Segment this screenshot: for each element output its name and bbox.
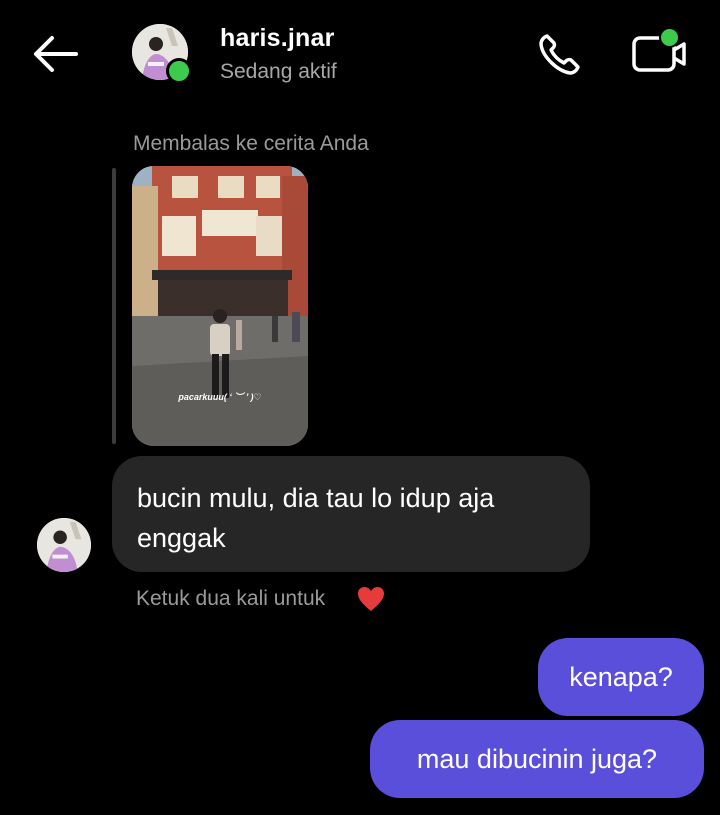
phone-icon (539, 34, 580, 75)
reply-indicator-bar (112, 168, 116, 444)
back-button[interactable] (30, 34, 82, 74)
story-caption: pacarkuuu( ‘ ︶ ’ )♡ (178, 392, 262, 402)
online-status-dot (166, 58, 192, 84)
story-thumbnail[interactable]: pacarkuuu( ‘ ︶ ’ )♡ (132, 166, 308, 446)
profile-avatar[interactable] (132, 24, 192, 84)
incoming-message-bubble[interactable]: bucin mulu, dia tau lo idup aja enggak (112, 456, 590, 572)
active-status: Sedang aktif (220, 60, 337, 83)
outgoing-message-bubble[interactable]: mau dibucinin juga? (370, 720, 704, 798)
double-tap-hint: Ketuk dua kali untuk (136, 587, 326, 610)
heart-icon[interactable] (357, 586, 385, 612)
sender-avatar[interactable] (37, 518, 91, 572)
video-online-dot (659, 27, 680, 48)
outgoing-message-bubble[interactable]: kenapa? (538, 638, 704, 716)
story-reply-label: Membalas ke cerita Anda (133, 132, 369, 155)
chat-username[interactable]: haris.jnar (220, 24, 335, 53)
call-button[interactable] (536, 30, 584, 78)
arrow-left-icon (34, 36, 78, 72)
